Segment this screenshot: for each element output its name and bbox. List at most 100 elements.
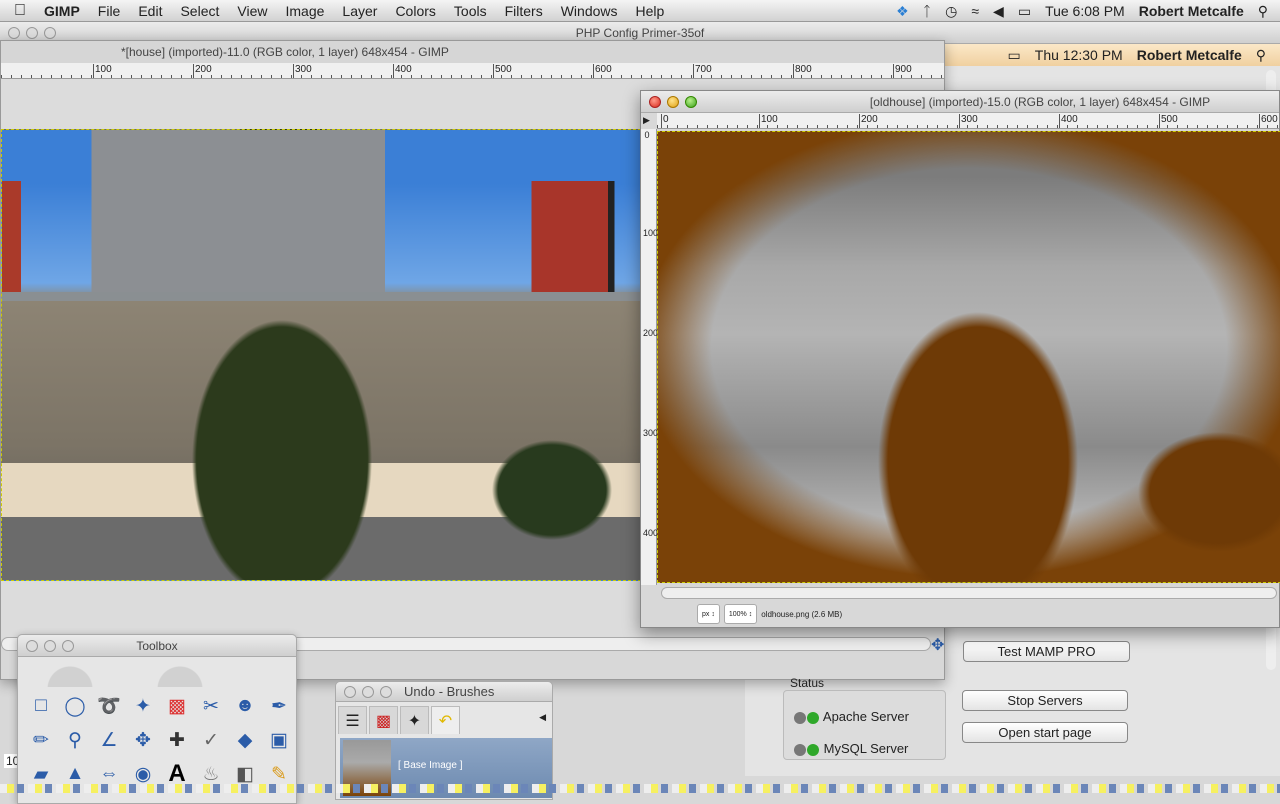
- close-button[interactable]: [8, 26, 20, 39]
- vertical-ruler[interactable]: 0 100 200 300 400: [641, 129, 659, 585]
- tab-paths[interactable]: ✦: [400, 706, 429, 734]
- battery-icon[interactable]: ▭: [1018, 3, 1031, 20]
- ruler-label: 200: [859, 114, 878, 128]
- server-status-group: Apache Server MySQL Server: [783, 690, 946, 760]
- ruler-label: 800: [793, 64, 812, 78]
- dropbox-icon[interactable]: ❖: [896, 3, 909, 20]
- zoom-button[interactable]: [44, 26, 56, 39]
- user-name[interactable]: Robert Metcalfe: [1139, 3, 1244, 19]
- minimize-button[interactable]: [667, 95, 679, 108]
- unit-select[interactable]: px ↕: [697, 604, 720, 624]
- mamp-menubar: ▭ Thu 12:30 PM Robert Metcalfe ⚲: [945, 44, 1280, 66]
- menu-layer[interactable]: Layer: [342, 3, 377, 19]
- ruler-label: 400: [1059, 114, 1078, 128]
- ruler-label: 300: [643, 428, 659, 438]
- navigate-icon[interactable]: ✥: [931, 635, 944, 655]
- open-start-page-button[interactable]: Open start page: [962, 722, 1128, 743]
- measure-icon[interactable]: ∠: [92, 723, 126, 757]
- minimize-button[interactable]: [362, 685, 374, 698]
- ruler-label: 0: [644, 130, 650, 140]
- minimize-button[interactable]: [44, 639, 56, 652]
- ruler-label: 600: [1259, 114, 1278, 128]
- dock[interactable]: [0, 778, 1280, 800]
- wifi-icon[interactable]: ≈: [971, 3, 979, 19]
- tab-undo[interactable]: ↶: [431, 706, 460, 734]
- menu-view[interactable]: View: [237, 3, 267, 19]
- menu-image[interactable]: Image: [285, 3, 324, 19]
- menu-colors[interactable]: Colors: [395, 3, 435, 19]
- close-button[interactable]: [26, 639, 38, 652]
- select-by-color-icon[interactable]: ▩: [160, 689, 194, 723]
- led-off-icon: [794, 743, 806, 756]
- menu-select[interactable]: Select: [180, 3, 219, 19]
- spotlight-icon[interactable]: ⚲: [1258, 3, 1268, 20]
- led-off-icon: [794, 711, 806, 724]
- bluetooth-icon[interactable]: ᛏ: [923, 3, 931, 19]
- zoom-icon[interactable]: ⚲: [58, 723, 92, 757]
- test-mamp-pro-button[interactable]: Test MAMP PRO: [963, 641, 1130, 662]
- scale-icon[interactable]: ▣: [262, 723, 296, 757]
- align-icon[interactable]: ✚: [160, 723, 194, 757]
- oldhouse-photo[interactable]: [657, 131, 1280, 583]
- oldhouse-titlebar: [oldhouse] (imported)-15.0 (RGB color, 1…: [641, 91, 1279, 113]
- rotate-icon[interactable]: ◆: [228, 723, 262, 757]
- mamp-clock: Thu 12:30 PM: [1034, 47, 1123, 63]
- window-title: [oldhouse] (imported)-15.0 (RGB color, 1…: [869, 94, 1211, 109]
- status-bar: px ↕ 100% ↕ oldhouse.png (2.6 MB): [641, 601, 1279, 627]
- toolbox-titlebar: Toolbox: [18, 635, 296, 657]
- crop-icon[interactable]: ✓: [194, 723, 228, 757]
- close-button[interactable]: [649, 95, 661, 108]
- zoom-button[interactable]: [62, 639, 74, 652]
- menu-help[interactable]: Help: [636, 3, 665, 19]
- menu-edit[interactable]: Edit: [138, 3, 162, 19]
- menu-app[interactable]: GIMP: [44, 3, 80, 19]
- tab-menu-icon[interactable]: ◀: [539, 712, 546, 723]
- ruler-label: 700: [693, 64, 712, 78]
- menu-arrow-button[interactable]: ▶: [643, 115, 650, 126]
- free-select-icon[interactable]: ➰: [92, 689, 126, 723]
- menu-windows[interactable]: Windows: [561, 3, 618, 19]
- undo-titlebar: Undo - Brushes: [336, 682, 552, 702]
- tool-grid: □ ◯ ➰ ✦ ▩ ✂ ☻ ✒ ✏ ⚲ ∠ ✥ ✚ ✓ ◆ ▣ ▰ ▲ ⇔ ◉ …: [24, 689, 296, 791]
- time-machine-icon[interactable]: ◷: [945, 3, 957, 20]
- tab-channels[interactable]: ▩: [369, 706, 398, 734]
- scissors-icon[interactable]: ✂: [194, 689, 228, 723]
- ruler-label: 600: [593, 64, 612, 78]
- move-icon[interactable]: ✥: [126, 723, 160, 757]
- window-title: PHP Config Primer-35of: [575, 25, 705, 40]
- file-info: oldhouse.png (2.6 MB): [761, 609, 843, 619]
- mysql-status: MySQL Server: [794, 741, 908, 756]
- menu-filters[interactable]: Filters: [505, 3, 543, 19]
- unit-value: px: [702, 610, 710, 618]
- ruler-label: 200: [193, 64, 212, 78]
- ruler-label: 0: [661, 114, 669, 128]
- menu-file[interactable]: File: [98, 3, 121, 19]
- menu-tools[interactable]: Tools: [454, 3, 487, 19]
- tab-layers[interactable]: ☰: [338, 706, 367, 734]
- zoom-select[interactable]: 100% ↕: [723, 604, 758, 624]
- gimp-oldhouse-window: [oldhouse] (imported)-15.0 (RGB color, 1…: [640, 90, 1280, 628]
- rect-select-icon[interactable]: □: [24, 689, 58, 723]
- volume-icon[interactable]: ◀: [993, 3, 1004, 20]
- ellipse-select-icon[interactable]: ◯: [58, 689, 92, 723]
- battery-icon: ▭: [1007, 46, 1021, 63]
- minimize-button[interactable]: [26, 26, 38, 39]
- zoom-button[interactable]: [380, 685, 392, 698]
- menu-bar:  GIMP File Edit Select View Image Layer…: [0, 0, 1280, 22]
- clock[interactable]: Tue 6:08 PM: [1045, 3, 1125, 19]
- color-picker-icon[interactable]: ✏: [24, 723, 58, 757]
- close-button[interactable]: [344, 685, 356, 698]
- horizontal-ruler[interactable]: 0 100 200 300 400 500 600: [657, 113, 1279, 129]
- house-photo[interactable]: [1, 129, 641, 581]
- stop-servers-button[interactable]: Stop Servers: [962, 690, 1128, 711]
- ruler-label: 200: [643, 328, 659, 338]
- apache-status: Apache Server: [794, 709, 909, 724]
- zoom-button[interactable]: [685, 95, 697, 108]
- ruler-label: 100: [759, 114, 778, 128]
- foreground-select-icon[interactable]: ☻: [228, 689, 262, 723]
- horizontal-ruler[interactable]: 100 200 300 400 500 600 700 800 900: [1, 63, 944, 79]
- horizontal-scrollbar[interactable]: [661, 587, 1277, 599]
- paths-icon[interactable]: ✒: [262, 689, 296, 723]
- apple-icon[interactable]: : [14, 2, 26, 20]
- fuzzy-select-icon[interactable]: ✦: [126, 689, 160, 723]
